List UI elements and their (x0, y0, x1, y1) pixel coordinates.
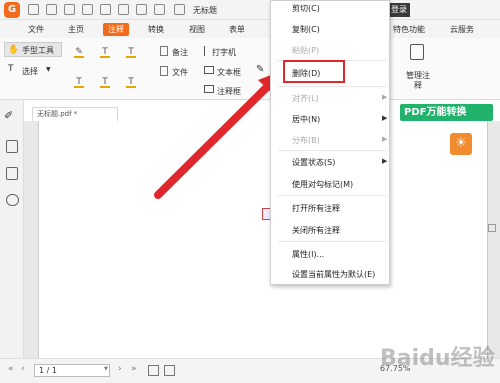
menu-item-open-all[interactable]: 打开所有注释 (292, 203, 340, 214)
submenu-arrow-icon: ▶ (382, 135, 388, 143)
delete-highlight-box (283, 60, 345, 83)
arrow-shaft (154, 82, 272, 199)
menu-item-align[interactable]: 对齐(L) (292, 93, 319, 104)
menu-item-checkmark[interactable]: 使用对勾标记(M) (292, 179, 353, 190)
menu-item-center[interactable]: 居中(N) (292, 114, 320, 125)
watermark: Baidu经验 (380, 346, 495, 371)
menu-item-distribute[interactable]: 分布(B) (292, 135, 320, 146)
fit-width-icon[interactable] (164, 365, 175, 376)
context-menu (270, 0, 390, 285)
menu-item-set-default[interactable]: 设置当前属性为默认(E) (292, 269, 375, 280)
first-page-icon[interactable]: « (8, 364, 14, 374)
prev-page-icon[interactable]: ‹ (21, 364, 25, 374)
menu-item-paste[interactable]: 粘贴(P) (292, 45, 319, 56)
menu-item-properties[interactable]: 属性(I)... (292, 249, 324, 260)
menu-item-copy[interactable]: 复制(C) (292, 24, 320, 35)
submenu-arrow-icon: ▶ (382, 114, 388, 122)
menu-separator (278, 86, 386, 87)
menu-item-cut[interactable]: 剪切(C) (292, 3, 320, 14)
red-arrow (154, 70, 284, 199)
page-indicator[interactable]: 1 / 1 (34, 364, 110, 377)
menu-item-set-status[interactable]: 设置状态(S) (292, 157, 335, 168)
menu-separator (278, 241, 386, 242)
submenu-arrow-icon: ▶ (382, 93, 388, 101)
last-page-icon[interactable]: » (131, 364, 137, 374)
menu-separator (278, 195, 386, 196)
next-page-icon[interactable]: › (118, 364, 122, 374)
page-dropdown-icon[interactable]: ▼ (104, 366, 108, 372)
menu-separator (278, 150, 386, 151)
menu-item-close-all[interactable]: 关闭所有注释 (292, 225, 340, 236)
submenu-arrow-icon: ▶ (382, 157, 388, 165)
fit-page-icon[interactable] (148, 365, 159, 376)
